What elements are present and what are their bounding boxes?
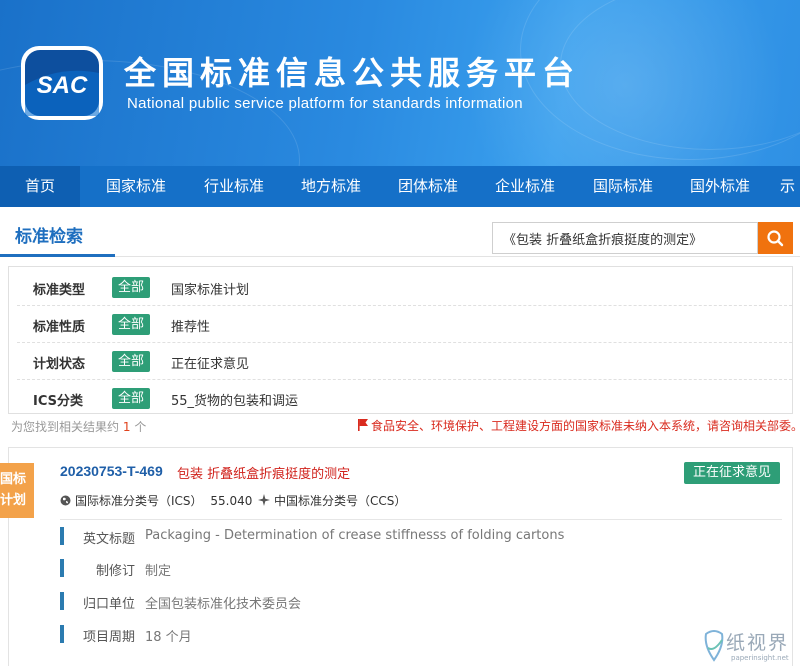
nav-item-home[interactable]: 首页 xyxy=(0,166,80,207)
ics-label: 国际标准分类号（ICS） xyxy=(75,494,203,508)
flag-icon xyxy=(358,419,368,431)
detail-marker xyxy=(60,592,64,610)
nav-item-group[interactable]: 团体标准 xyxy=(384,166,472,207)
watermark-url: paperinsight.net xyxy=(731,654,789,662)
filter-label: ICS分类 xyxy=(33,394,83,409)
filter-row-standard-nature: 标准性质 全部 推荐性 xyxy=(17,306,792,343)
detail-label: 英文标题 xyxy=(82,532,135,547)
filter-option[interactable]: 推荐性 xyxy=(171,316,210,335)
detail-value: 18 个月 xyxy=(145,630,192,645)
nav-item-national[interactable]: 国家标准 xyxy=(92,166,180,207)
detail-revision-type: 制修订 制定 xyxy=(60,558,760,579)
nav-item-international[interactable]: 国际标准 xyxy=(579,166,667,207)
filter-label: 计划状态 xyxy=(33,357,86,372)
watermark-text: 纸视界 xyxy=(726,632,790,654)
ribbon-line-2: 计划 xyxy=(0,493,26,508)
scope-notice: 食品安全、环境保护、工程建设方面的国家标准未纳入本系统，请咨询相关部委。 xyxy=(358,417,800,434)
detail-marker xyxy=(60,625,64,643)
result-type-ribbon: 国标 计划 xyxy=(0,463,34,518)
globe-icon xyxy=(60,495,71,506)
detail-marker xyxy=(60,527,64,545)
detail-english-title: 英文标题 Packaging - Determination of crease… xyxy=(60,526,760,547)
filter-label: 标准类型 xyxy=(33,283,86,298)
search-button[interactable] xyxy=(758,222,793,254)
svg-text:SAC: SAC xyxy=(37,72,88,99)
nav-item-foreign[interactable]: 国外标准 xyxy=(676,166,764,207)
search-icon xyxy=(767,230,784,247)
detail-marker xyxy=(60,559,64,577)
plan-name-link[interactable]: 包装 折叠纸盒折痕挺度的测定 xyxy=(177,463,350,482)
main-nav: 首页 国家标准 行业标准 地方标准 团体标准 企业标准 国际标准 国外标准 示 xyxy=(0,166,800,207)
filter-option[interactable]: 55_货物的包装和调运 xyxy=(171,390,298,409)
filter-all-button[interactable]: 全部 xyxy=(112,277,150,298)
result-count-suffix: 个 xyxy=(134,420,147,434)
filter-all-button[interactable]: 全部 xyxy=(112,351,150,372)
nav-item-industry[interactable]: 行业标准 xyxy=(190,166,278,207)
detail-value: 制定 xyxy=(145,564,172,579)
ccs-label: 中国标准分类号（CCS） xyxy=(274,494,407,508)
plan-number-link[interactable]: 20230753-T-469 xyxy=(60,463,163,479)
ics-classification: 国际标准分类号（ICS） 55.040 xyxy=(60,492,252,509)
divider xyxy=(0,256,800,257)
result-count-number: 1 xyxy=(122,420,131,434)
filter-row-plan-status: 计划状态 全部 正在征求意见 xyxy=(17,343,792,380)
result-count: 为您找到相关结果约 1 个 xyxy=(11,418,146,435)
nav-item-more[interactable]: 示 xyxy=(780,166,800,207)
detail-project-period: 项目周期 18 个月 xyxy=(60,624,760,645)
filter-all-button[interactable]: 全部 xyxy=(112,388,150,409)
section-title: 标准检索 xyxy=(15,227,83,247)
site-title: 全国标准信息公共服务平台 xyxy=(124,54,581,92)
header-banner: SAC 全国标准信息公共服务平台 National public service… xyxy=(0,0,800,166)
filter-option[interactable]: 国家标准计划 xyxy=(171,279,249,298)
site-subtitle: National public service platform for sta… xyxy=(127,95,523,112)
filter-row-standard-type: 标准类型 全部 国家标准计划 xyxy=(17,269,792,306)
filter-option[interactable]: 正在征求意见 xyxy=(171,353,249,372)
detail-responsible-unit: 归口单位 全国包装标准化技术委员会 xyxy=(60,591,760,612)
compass-icon xyxy=(258,494,270,506)
sac-logo[interactable]: SAC xyxy=(20,45,104,121)
ccs-classification: 中国标准分类号（CCS） xyxy=(258,492,406,509)
ribbon-line-1: 国标 xyxy=(0,472,26,487)
detail-label: 项目周期 xyxy=(82,630,135,645)
result-count-prefix: 为您找到相关结果约 xyxy=(11,420,120,434)
detail-value: Packaging - Determination of crease stif… xyxy=(145,528,565,543)
nav-item-local[interactable]: 地方标准 xyxy=(287,166,375,207)
filter-all-button[interactable]: 全部 xyxy=(112,314,150,335)
detail-label: 归口单位 xyxy=(82,597,135,612)
divider xyxy=(60,519,782,520)
filter-panel: 标准类型 全部 国家标准计划 标准性质 全部 推荐性 计划状态 全部 正在征求意… xyxy=(8,266,793,414)
nav-item-enterprise[interactable]: 企业标准 xyxy=(481,166,569,207)
scope-notice-text: 食品安全、环境保护、工程建设方面的国家标准未纳入本系统，请咨询相关部委。 xyxy=(371,419,800,433)
filter-row-ics: ICS分类 全部 55_货物的包装和调运 xyxy=(17,380,792,417)
detail-value: 全国包装标准化技术委员会 xyxy=(145,597,302,612)
status-badge: 正在征求意见 xyxy=(684,462,780,484)
ics-value: 55.040 xyxy=(210,494,253,508)
filter-label: 标准性质 xyxy=(33,320,86,335)
section-title-underline xyxy=(0,254,115,257)
detail-label: 制修订 xyxy=(95,564,135,579)
search-input[interactable] xyxy=(492,222,758,254)
